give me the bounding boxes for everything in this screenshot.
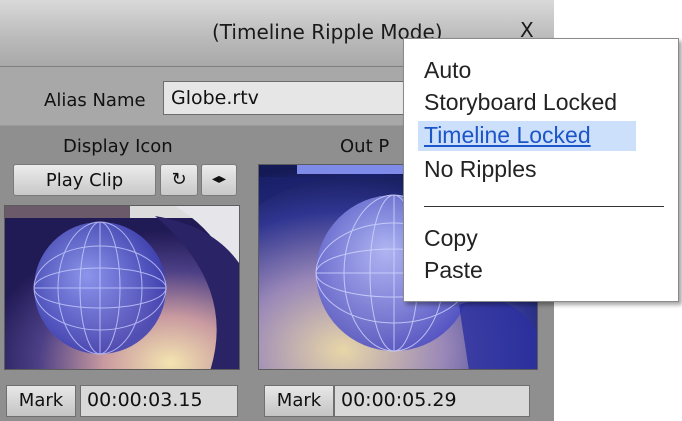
- step-button[interactable]: ◂▸: [201, 164, 237, 196]
- mark-in-button[interactable]: Mark: [6, 385, 76, 417]
- out-point-label: Out P: [340, 136, 390, 157]
- menu-item-paste[interactable]: Paste: [424, 257, 483, 284]
- menu-separator: [424, 206, 664, 207]
- loop-button[interactable]: ↻: [160, 164, 198, 196]
- mark-out-button[interactable]: Mark: [264, 385, 334, 417]
- alias-name-label: Alias Name: [44, 90, 146, 111]
- in-timecode-field[interactable]: 00:00:03.15: [80, 385, 238, 417]
- out-timecode-field[interactable]: 00:00:05.29: [334, 385, 530, 417]
- loop-icon: ↻: [171, 169, 187, 190]
- display-icon-thumbnail: [4, 205, 240, 370]
- menu-item-timeline-locked[interactable]: Timeline Locked: [424, 122, 591, 149]
- menu-item-copy[interactable]: Copy: [424, 225, 478, 252]
- step-arrows-icon: ◂▸: [211, 171, 227, 187]
- play-clip-button[interactable]: Play Clip: [13, 164, 156, 196]
- ripple-mode-context-menu: Auto Storyboard Locked Timeline Locked N…: [403, 38, 679, 302]
- globe-image: [5, 206, 239, 369]
- display-icon-label: Display Icon: [63, 136, 173, 157]
- menu-item-storyboard-locked[interactable]: Storyboard Locked: [424, 89, 617, 116]
- menu-item-no-ripples[interactable]: No Ripples: [424, 156, 537, 183]
- menu-item-auto[interactable]: Auto: [424, 57, 471, 84]
